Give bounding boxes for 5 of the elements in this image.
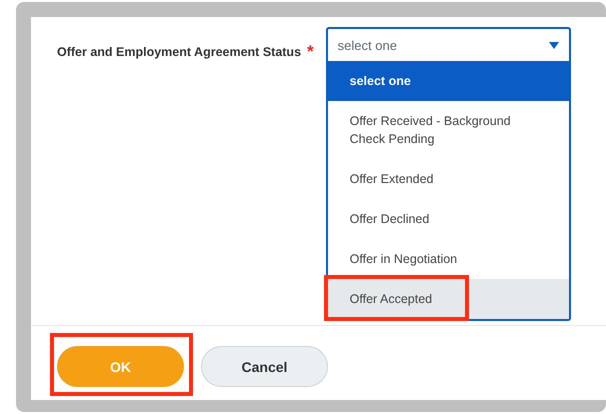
cancel-button[interactable]: Cancel <box>201 346 328 387</box>
dropdown-option[interactable]: select one <box>328 61 569 101</box>
caret-icon <box>548 42 559 48</box>
required-mark: * <box>307 42 314 62</box>
field-label: Offer and Employment Agreement Status <box>57 45 302 59</box>
